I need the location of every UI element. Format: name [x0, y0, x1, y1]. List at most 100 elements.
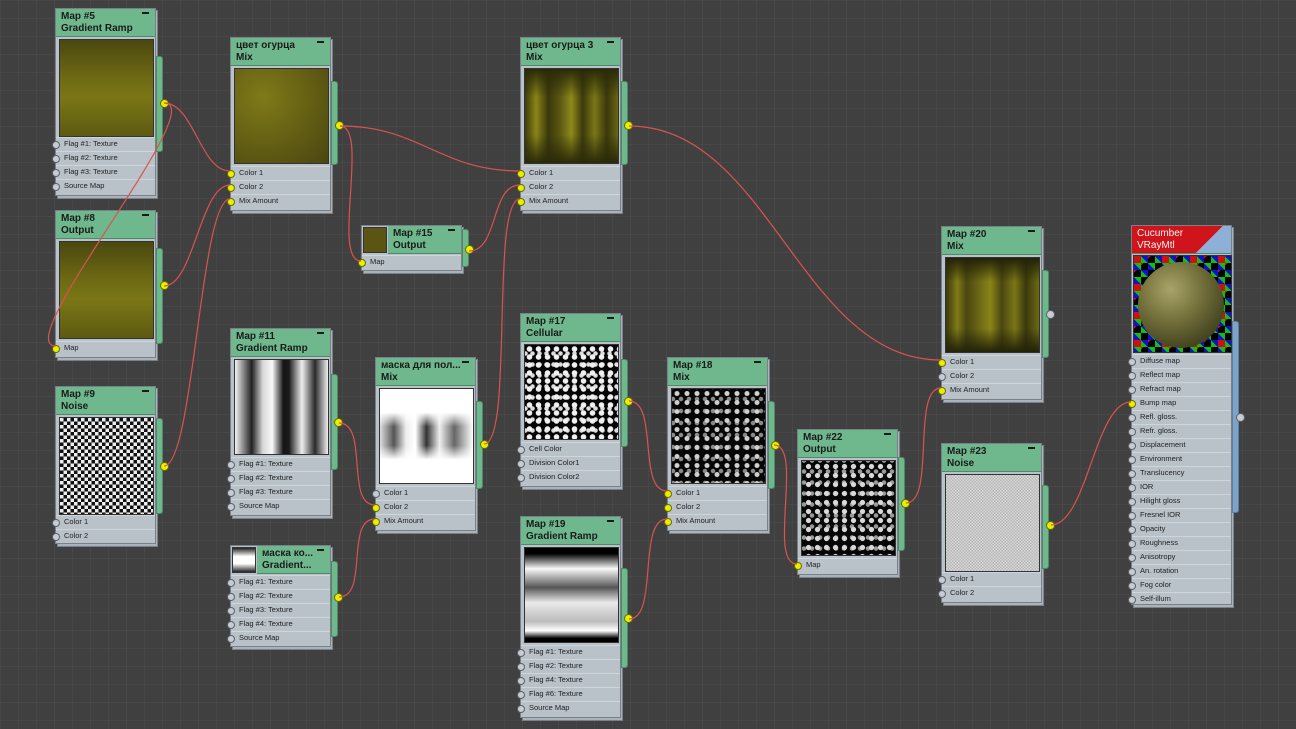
input-socket[interactable]: Map	[52, 341, 155, 355]
output-socket[interactable]	[901, 499, 910, 508]
input-socket[interactable]: Source Map	[227, 499, 330, 513]
minimize-icon[interactable]	[607, 317, 614, 319]
input-socket[interactable]: Color 1	[938, 355, 1041, 369]
node-map23[interactable]: Map #23 Noise Color 1 Color 2	[938, 443, 1055, 607]
minimize-icon[interactable]	[607, 520, 614, 522]
minimize-icon[interactable]	[607, 41, 614, 43]
output-socket[interactable]	[335, 121, 344, 130]
input-socket[interactable]: Color 1	[664, 486, 767, 500]
output-socket[interactable]	[480, 440, 489, 449]
node-map22[interactable]: Map #22 Output Map	[794, 429, 910, 579]
node-map9[interactable]: Map #9 Noise Color 1 Color 2	[52, 386, 169, 548]
input-socket[interactable]: Self-illum	[1128, 592, 1231, 606]
input-socket[interactable]: Anisotropy	[1128, 550, 1231, 564]
node-map11[interactable]: Map #11 Gradient Ramp Flag #1: Texture Fl…	[227, 328, 343, 520]
input-socket[interactable]: Color 1	[517, 166, 620, 180]
input-socket[interactable]: Source Map	[517, 701, 620, 715]
minimize-icon[interactable]	[1028, 230, 1035, 232]
minimize-icon[interactable]	[462, 361, 469, 363]
input-socket[interactable]: Flag #1: Texture	[517, 645, 620, 659]
input-socket[interactable]: Flag #4: Texture	[227, 617, 330, 631]
input-socket[interactable]: Color 2	[517, 180, 620, 194]
minimize-icon[interactable]	[754, 361, 761, 363]
node-mix-cucumber-color[interactable]: цвет огурца Mix Color 1 Color 2 Mix Amoun…	[227, 37, 344, 215]
minimize-icon[interactable]	[317, 549, 324, 551]
input-socket[interactable]: Flag #1: Texture	[227, 575, 330, 589]
input-socket[interactable]: Mix Amount	[938, 383, 1041, 397]
input-socket[interactable]: Color 1	[227, 166, 330, 180]
minimize-icon[interactable]	[142, 214, 149, 216]
input-socket[interactable]: Map	[794, 558, 897, 572]
node-mask-gradient[interactable]: маска ко... Gradient... Flag #1: Texture …	[227, 545, 343, 651]
minimize-icon[interactable]	[317, 332, 324, 334]
input-socket[interactable]: Flag #2: Texture	[227, 589, 330, 603]
input-socket[interactable]: Flag #2: Texture	[517, 659, 620, 673]
input-socket[interactable]: Color 2	[664, 500, 767, 514]
input-socket[interactable]: Mix Amount	[372, 514, 475, 528]
input-socket[interactable]: Source Map	[52, 179, 155, 193]
output-socket[interactable]	[465, 245, 474, 254]
node-mix-cucumber-color-3[interactable]: цвет огурца 3 Mix Color 1 Color 2 Mix Amo…	[517, 37, 633, 215]
input-socket[interactable]: Flag #6: Texture	[517, 687, 620, 701]
minimize-icon[interactable]	[448, 229, 455, 231]
node-map8[interactable]: Map #8 Output Map	[52, 210, 169, 362]
node-map17[interactable]: Map #17 Cellular Cell Color Division Colo…	[517, 313, 633, 491]
input-socket[interactable]: Refract map	[1128, 382, 1231, 396]
input-socket[interactable]: Bump map	[1128, 396, 1231, 410]
input-socket[interactable]: Fresnel IOR	[1128, 508, 1231, 522]
input-socket[interactable]: Color 2	[227, 180, 330, 194]
output-socket[interactable]	[160, 462, 169, 471]
input-socket[interactable]: Flag #3: Texture	[227, 485, 330, 499]
input-socket[interactable]: Flag #3: Texture	[52, 165, 155, 179]
minimize-icon[interactable]	[142, 390, 149, 392]
input-socket[interactable]: Flag #4: Texture	[517, 673, 620, 687]
output-socket[interactable]	[334, 593, 343, 602]
output-socket[interactable]	[1046, 310, 1055, 319]
node-map15[interactable]: Map #15 Output Map	[358, 225, 474, 275]
output-socket[interactable]	[771, 441, 780, 450]
input-socket[interactable]: Color 1	[52, 515, 155, 529]
input-socket[interactable]: Flag #1: Texture	[227, 457, 330, 471]
input-socket[interactable]: Fog color	[1128, 578, 1231, 592]
input-socket[interactable]: Translucency	[1128, 466, 1231, 480]
input-socket[interactable]: Source Map	[227, 631, 330, 645]
output-socket[interactable]	[334, 418, 343, 427]
node-mask-mix[interactable]: маска для пол... Mix Color 1 Color 2 Mix …	[372, 357, 489, 535]
input-socket[interactable]: Environment	[1128, 452, 1231, 466]
input-socket[interactable]: Flag #2: Texture	[52, 151, 155, 165]
input-socket[interactable]: Color 2	[52, 529, 155, 543]
output-socket[interactable]	[624, 614, 633, 623]
input-socket[interactable]: An. rotation	[1128, 564, 1231, 578]
input-socket[interactable]: Diffuse map	[1128, 354, 1231, 368]
minimize-icon[interactable]	[1028, 447, 1035, 449]
input-socket[interactable]: Color 2	[372, 500, 475, 514]
node-map18[interactable]: Map #18 Mix Color 1 Color 2 Mix Amount	[664, 357, 780, 535]
input-socket[interactable]: Mix Amount	[227, 194, 330, 208]
input-socket[interactable]: Roughness	[1128, 536, 1231, 550]
node-material-cucumber[interactable]: Cucumber VRayMtl Diffuse map Reflect map …	[1128, 225, 1246, 609]
input-socket[interactable]: Flag #3: Texture	[227, 603, 330, 617]
minimize-icon[interactable]	[317, 41, 324, 43]
input-socket[interactable]: Flag #2: Texture	[227, 471, 330, 485]
input-socket[interactable]: Hilight gloss	[1128, 494, 1231, 508]
output-socket[interactable]	[1236, 413, 1245, 422]
input-socket[interactable]: Displacement	[1128, 438, 1231, 452]
input-socket[interactable]: Division Color2	[517, 470, 620, 484]
input-socket[interactable]: Color 2	[938, 586, 1041, 600]
input-socket[interactable]: Mix Amount	[517, 194, 620, 208]
node-map19[interactable]: Map #19 Gradient Ramp Flag #1: Texture Fl…	[517, 516, 633, 722]
input-socket[interactable]: Refl. gloss.	[1128, 410, 1231, 424]
input-socket[interactable]: Color 1	[372, 486, 475, 500]
input-socket[interactable]: Refr. gloss.	[1128, 424, 1231, 438]
input-socket[interactable]: Mix Amount	[664, 514, 767, 528]
input-socket[interactable]: Reflect map	[1128, 368, 1231, 382]
input-socket[interactable]: Division Color1	[517, 456, 620, 470]
input-socket[interactable]: Color 2	[938, 369, 1041, 383]
minimize-icon[interactable]	[884, 433, 891, 435]
output-socket[interactable]	[160, 99, 169, 108]
output-socket[interactable]	[624, 121, 633, 130]
output-socket[interactable]	[1046, 521, 1055, 530]
output-socket[interactable]	[624, 397, 633, 406]
node-map20[interactable]: Map #20 Mix Color 1 Color 2 Mix Amount	[938, 226, 1055, 404]
input-socket[interactable]: Flag #1: Texture	[52, 137, 155, 151]
